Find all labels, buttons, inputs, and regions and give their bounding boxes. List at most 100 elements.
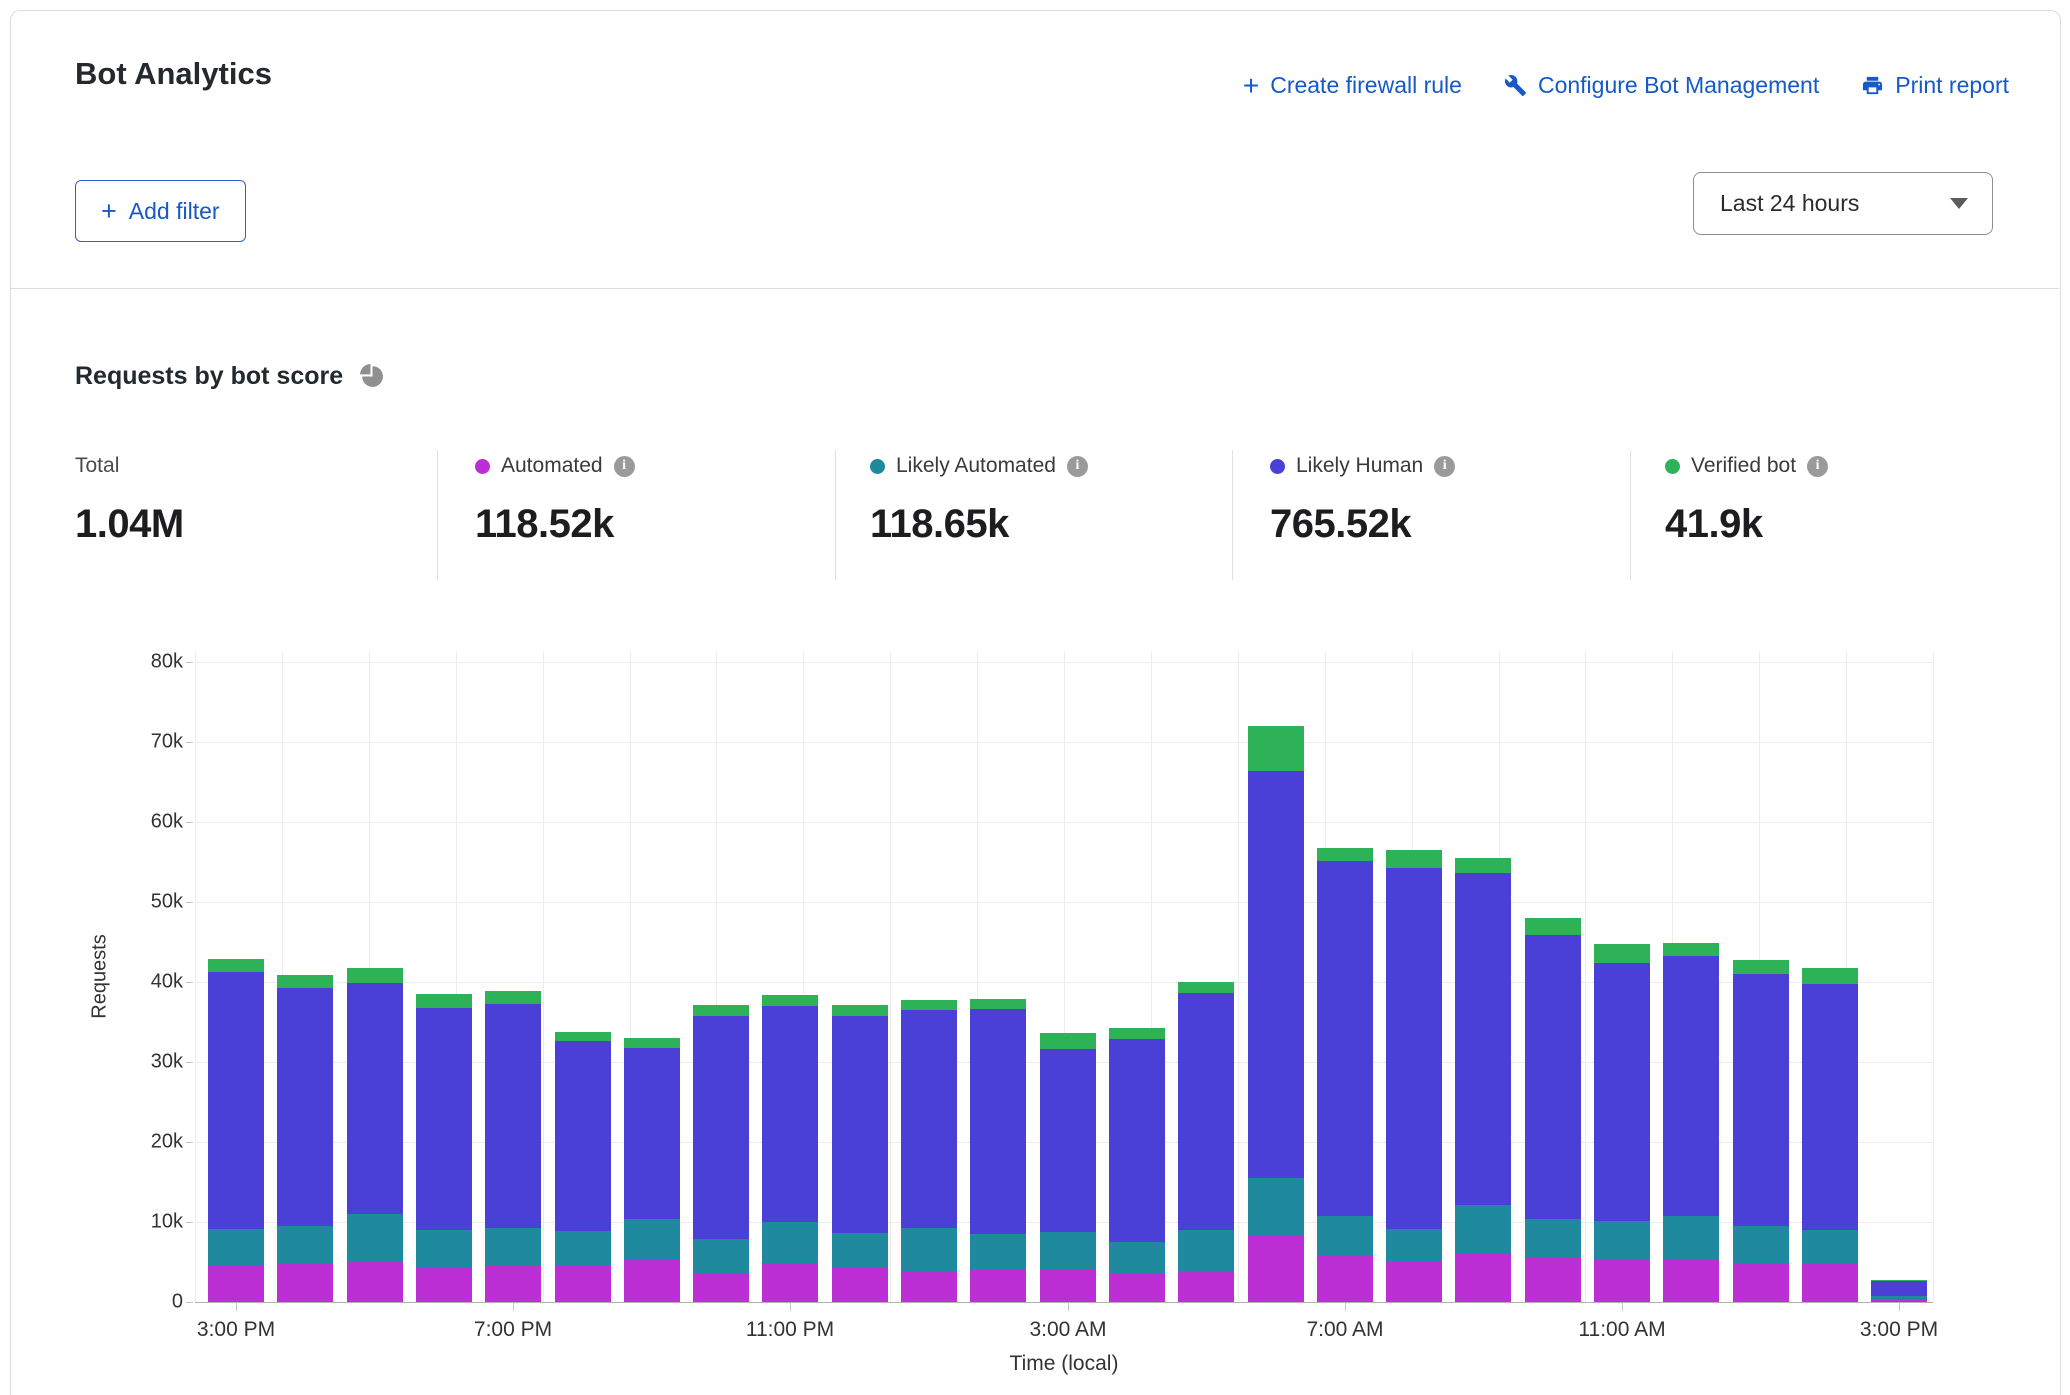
bar-segment-verified-bot[interactable] [208,959,264,972]
bar-segment-likely-automated[interactable] [1663,1216,1719,1260]
bar-segment-verified-bot[interactable] [762,995,818,1006]
bar-segment-verified-bot[interactable] [555,1032,611,1041]
bar-segment-likely-human[interactable] [970,1009,1026,1234]
bar-segment-automated[interactable] [1663,1260,1719,1302]
bar-segment-verified-bot[interactable] [970,999,1026,1009]
bar-segment-likely-human[interactable] [1109,1039,1165,1242]
bar-segment-likely-automated[interactable] [1109,1242,1165,1273]
bar-segment-likely-human[interactable] [1663,956,1719,1216]
bar-segment-likely-human[interactable] [1386,868,1442,1229]
bar-segment-likely-automated[interactable] [277,1226,333,1264]
bar-segment-automated[interactable] [762,1263,818,1302]
bar-segment-likely-automated[interactable] [1802,1230,1858,1264]
bar-segment-verified-bot[interactable] [1525,918,1581,935]
bar-segment-automated[interactable] [1109,1273,1165,1302]
bar-segment-verified-bot[interactable] [832,1005,888,1016]
bar-segment-automated[interactable] [693,1273,749,1302]
bar-segment-likely-automated[interactable] [1525,1219,1581,1258]
bar-segment-verified-bot[interactable] [1178,982,1234,993]
bar-segment-likely-human[interactable] [1525,935,1581,1219]
add-filter-button[interactable]: + Add filter [75,180,246,242]
bar-segment-verified-bot[interactable] [1109,1028,1165,1039]
bar-segment-verified-bot[interactable] [416,994,472,1008]
bar-segment-likely-automated[interactable] [762,1222,818,1263]
bar-segment-verified-bot[interactable] [1594,944,1650,963]
bar-segment-automated[interactable] [347,1262,403,1302]
bar-segment-verified-bot[interactable] [347,968,403,983]
bar-segment-likely-automated[interactable] [832,1233,888,1268]
bar-segment-automated[interactable] [277,1264,333,1302]
bar-segment-likely-automated[interactable] [1040,1232,1096,1270]
bar-segment-automated[interactable] [970,1269,1026,1302]
bar-segment-likely-automated[interactable] [901,1228,957,1271]
bar-segment-likely-automated[interactable] [624,1219,680,1259]
configure-bot-management-link[interactable]: Configure Bot Management [1504,72,1819,99]
bar-segment-likely-automated[interactable] [1178,1230,1234,1272]
bar-segment-automated[interactable] [416,1267,472,1302]
bar-segment-likely-human[interactable] [1871,1281,1927,1296]
bar-segment-likely-human[interactable] [277,988,333,1226]
bar-segment-likely-human[interactable] [624,1048,680,1219]
bar-segment-verified-bot[interactable] [1663,943,1719,956]
bar-segment-likely-human[interactable] [762,1006,818,1222]
bar-segment-verified-bot[interactable] [1040,1033,1096,1049]
bar-segment-likely-automated[interactable] [693,1239,749,1273]
bar-segment-likely-automated[interactable] [555,1231,611,1265]
bar-segment-likely-human[interactable] [1248,771,1304,1178]
info-icon[interactable]: i [1067,456,1088,477]
bar-segment-likely-human[interactable] [832,1016,888,1233]
bar-segment-likely-human[interactable] [347,983,403,1214]
bar-segment-likely-human[interactable] [1594,963,1650,1221]
bar-segment-likely-human[interactable] [901,1010,957,1228]
bar-segment-automated[interactable] [1802,1264,1858,1302]
bar-segment-automated[interactable] [1455,1253,1511,1302]
bar-segment-likely-automated[interactable] [416,1230,472,1267]
bar-segment-automated[interactable] [832,1268,888,1302]
bar-segment-likely-human[interactable] [1733,974,1789,1226]
bar-segment-automated[interactable] [1733,1263,1789,1302]
bar-segment-likely-automated[interactable] [1871,1296,1927,1300]
create-firewall-rule-link[interactable]: +Create firewall rule [1243,72,1462,99]
bar-segment-likely-human[interactable] [1317,861,1373,1216]
bar-segment-verified-bot[interactable] [901,1000,957,1010]
bar-segment-likely-automated[interactable] [1317,1216,1373,1255]
bar-segment-likely-human[interactable] [208,972,264,1229]
bar-segment-automated[interactable] [624,1259,680,1302]
bar-segment-likely-human[interactable] [485,1004,541,1228]
bar-segment-likely-automated[interactable] [1386,1229,1442,1261]
bar-segment-automated[interactable] [485,1266,541,1302]
bar-segment-likely-automated[interactable] [1455,1205,1511,1253]
bar-segment-likely-human[interactable] [1040,1049,1096,1232]
bar-segment-automated[interactable] [1040,1270,1096,1302]
bar-segment-verified-bot[interactable] [693,1005,749,1016]
info-icon[interactable]: i [1434,456,1455,477]
bar-segment-likely-automated[interactable] [347,1214,403,1262]
bar-segment-likely-automated[interactable] [1248,1178,1304,1236]
time-range-select[interactable]: Last 24 hours [1693,172,1993,235]
bar-segment-likely-human[interactable] [693,1016,749,1239]
bar-segment-likely-human[interactable] [1178,993,1234,1230]
bar-segment-likely-human[interactable] [1455,873,1511,1205]
bar-segment-verified-bot[interactable] [1455,858,1511,873]
bar-segment-verified-bot[interactable] [1802,968,1858,984]
bar-segment-likely-automated[interactable] [485,1228,541,1266]
bar-segment-likely-human[interactable] [555,1041,611,1231]
bar-segment-likely-automated[interactable] [208,1229,264,1265]
bar-segment-likely-human[interactable] [416,1008,472,1230]
bar-segment-verified-bot[interactable] [1248,726,1304,771]
print-report-link[interactable]: Print report [1861,72,2009,99]
bar-segment-verified-bot[interactable] [1733,960,1789,974]
info-icon[interactable]: i [1807,456,1828,477]
bar-segment-automated[interactable] [1871,1300,1927,1302]
bar-segment-automated[interactable] [901,1271,957,1302]
info-icon[interactable]: i [614,456,635,477]
bar-segment-automated[interactable] [208,1265,264,1302]
bar-segment-likely-automated[interactable] [970,1234,1026,1269]
bar-segment-verified-bot[interactable] [1386,850,1442,868]
bar-segment-automated[interactable] [1525,1258,1581,1302]
bar-segment-likely-automated[interactable] [1733,1226,1789,1263]
bar-segment-automated[interactable] [1178,1272,1234,1302]
bar-segment-automated[interactable] [555,1265,611,1302]
bar-segment-verified-bot[interactable] [1317,848,1373,861]
bar-segment-verified-bot[interactable] [485,991,541,1004]
